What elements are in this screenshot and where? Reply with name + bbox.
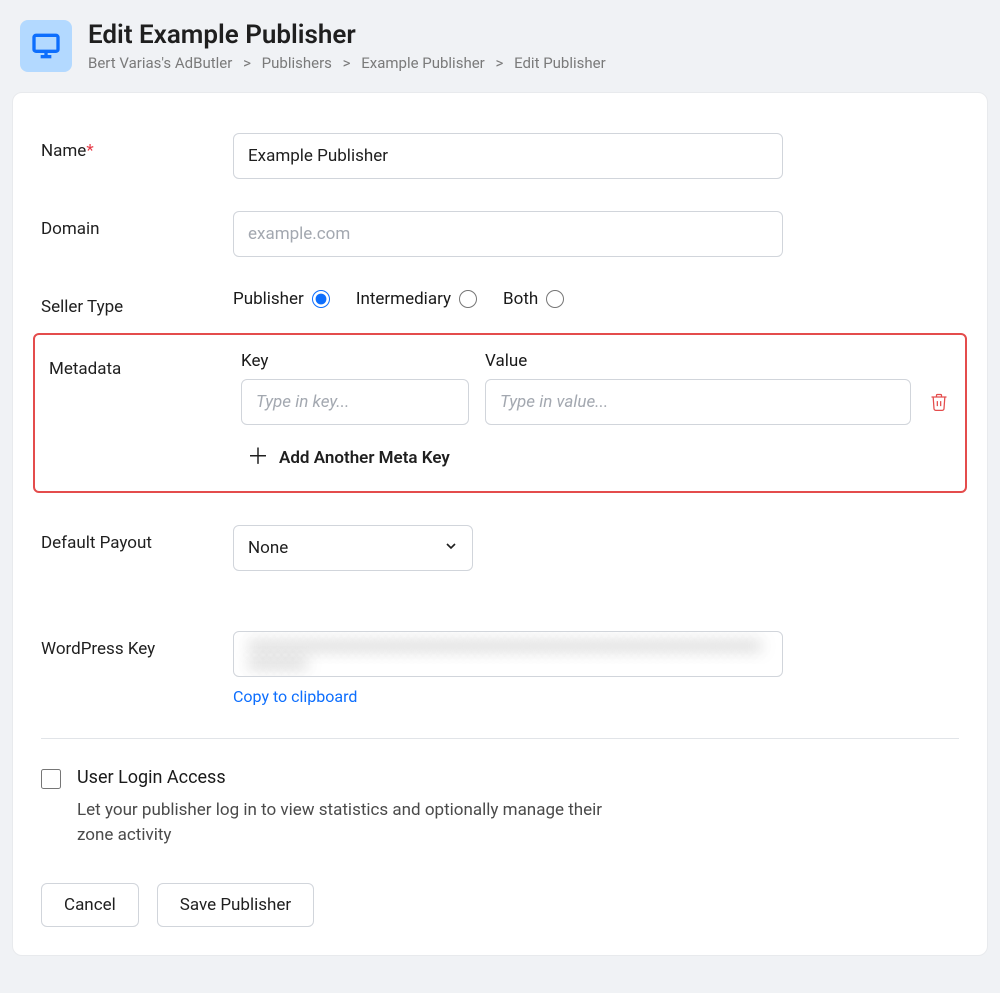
seller-type-intermediary-radio[interactable] [459, 290, 477, 308]
domain-input[interactable] [233, 211, 783, 257]
metadata-delete-button[interactable] [927, 390, 951, 414]
breadcrumb: Bert Varias's AdButler > Publishers > Ex… [88, 54, 606, 72]
seller-type-publisher-radio[interactable] [312, 290, 330, 308]
metadata-key-input[interactable] [241, 379, 469, 425]
metadata-key-header: Key [241, 351, 469, 371]
trash-icon [929, 392, 949, 412]
seller-type-both-option[interactable]: Both [503, 289, 564, 309]
wordpress-key-label: WordPress Key [41, 631, 233, 659]
metadata-value-header: Value [485, 351, 527, 371]
add-meta-key-button[interactable]: ＋ Add Another Meta Key [247, 447, 951, 469]
plus-icon: ＋ [247, 447, 269, 469]
seller-type-both-radio[interactable] [546, 290, 564, 308]
user-login-access-title: User Login Access [77, 767, 617, 788]
seller-type-label: Seller Type [41, 289, 233, 317]
cancel-button[interactable]: Cancel [41, 883, 139, 927]
breadcrumb-item[interactable]: Example Publisher [361, 54, 485, 72]
name-input[interactable] [233, 133, 783, 179]
name-label: Name* [41, 133, 233, 161]
metadata-label: Metadata [49, 351, 241, 379]
domain-label: Domain [41, 211, 233, 239]
section-divider [41, 738, 959, 739]
user-login-access-checkbox[interactable] [41, 769, 61, 789]
breadcrumb-item[interactable]: Publishers [262, 54, 332, 72]
default-payout-label: Default Payout [41, 525, 233, 553]
breadcrumb-item: Edit Publisher [514, 54, 606, 72]
metadata-value-input[interactable] [485, 379, 911, 425]
user-login-access-description: Let your publisher log in to view statis… [77, 798, 617, 847]
publisher-monitor-icon [20, 20, 72, 72]
seller-type-intermediary-option[interactable]: Intermediary [356, 289, 477, 309]
save-publisher-button[interactable]: Save Publisher [157, 883, 314, 927]
copy-to-clipboard-link[interactable]: Copy to clipboard [233, 687, 357, 706]
default-payout-select[interactable]: None [233, 525, 473, 571]
wordpress-key-value: xxxxxxxxxxxxxxxxxxxxxxxxxxxxxxxxxxxxxxxx… [233, 631, 783, 677]
metadata-section: Metadata Key Value [33, 333, 967, 493]
form-card: Name* Domain Seller Type Publisher [12, 92, 988, 956]
breadcrumb-item[interactable]: Bert Varias's AdButler [88, 54, 232, 72]
page-header: Edit Example Publisher Bert Varias's AdB… [12, 12, 988, 92]
seller-type-publisher-option[interactable]: Publisher [233, 289, 330, 309]
page-title: Edit Example Publisher [88, 20, 606, 50]
